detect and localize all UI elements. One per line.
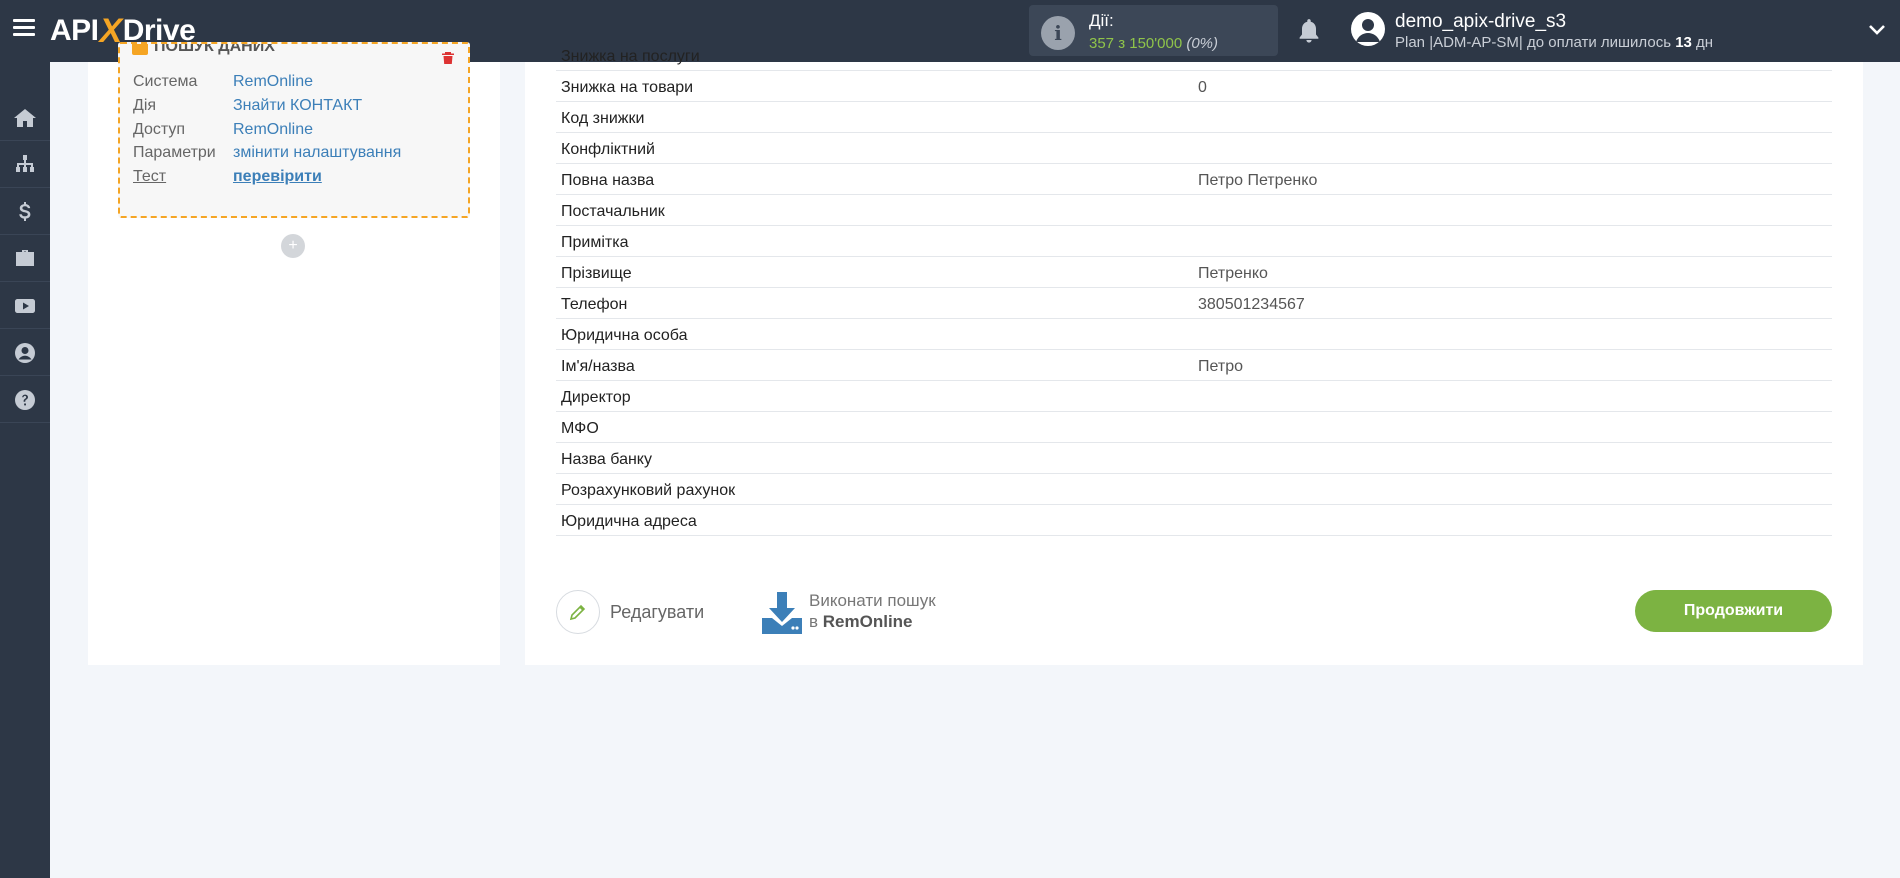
table-row: Юридична особа [556, 319, 1832, 350]
sitemap-icon[interactable] [0, 142, 50, 188]
table-row: Код знижки [556, 102, 1832, 133]
chevron-down-icon[interactable] [1868, 21, 1886, 39]
add-step-button[interactable]: + [281, 234, 305, 258]
block-row-action: Дія Знайти КОНТАКТ [133, 97, 363, 114]
table-row: Знижка на послуги [556, 40, 1832, 71]
user-icon[interactable] [0, 330, 50, 376]
change-settings-link[interactable]: змінити налаштування [233, 144, 401, 161]
download-icon [762, 592, 802, 634]
youtube-icon[interactable] [0, 283, 50, 329]
help-icon[interactable] [0, 377, 50, 423]
home-icon[interactable] [0, 95, 50, 141]
block-row-access: Доступ RemOnline [133, 121, 314, 138]
block-title: ПОШУК ДАНИХ [132, 44, 275, 56]
table-row: Постачальник [556, 195, 1832, 226]
sidebar [0, 62, 50, 878]
dollar-icon[interactable] [0, 189, 50, 235]
table-row: Прізвище Петренко [556, 257, 1832, 288]
actions-label: Дії: [1089, 11, 1114, 30]
table-row: Конфліктний [556, 133, 1832, 164]
briefcase-icon[interactable] [0, 236, 50, 282]
table-row: Ім'я/назва Петро [556, 350, 1832, 381]
table-row: Телефон 380501234567 [556, 288, 1832, 319]
continue-button[interactable]: Продовжити [1635, 590, 1832, 632]
table-row: Розрахунковий рахунок [556, 474, 1832, 505]
pencil-icon [556, 590, 600, 634]
search-icon [132, 44, 148, 55]
table-row: Знижка на товари 0 [556, 71, 1832, 102]
table-row: МФО [556, 412, 1832, 443]
check-link[interactable]: перевірити [233, 168, 322, 185]
block-row-params[interactable]: Параметри змінити налаштування [133, 144, 401, 162]
edit-button[interactable]: Редагувати [556, 590, 704, 634]
block-row-system: Система RemOnline [133, 73, 314, 90]
block-row-test[interactable]: Тест перевірити [133, 168, 322, 186]
table-row: Примітка [556, 226, 1832, 257]
user-name[interactable]: demo_apix-drive_s3 [1395, 11, 1566, 33]
trash-icon[interactable] [441, 50, 455, 64]
table-row: Назва банку [556, 443, 1832, 474]
table-row: Директор [556, 381, 1832, 412]
table-row: Повна назва Петро Петренко [556, 164, 1832, 195]
table-row: Юридична адреса [556, 505, 1832, 536]
search-data-block[interactable]: ПОШУК ДАНИХ Система RemOnline Дія Знайти К… [118, 42, 470, 218]
menu-icon[interactable] [13, 19, 35, 37]
